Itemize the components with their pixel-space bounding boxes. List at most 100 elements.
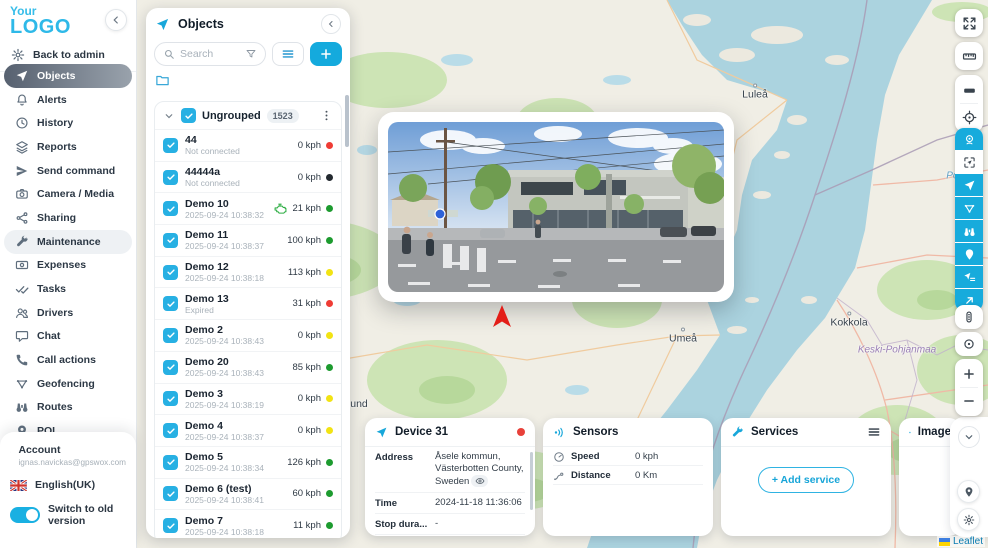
pin-panel-button[interactable] — [957, 480, 980, 503]
search-box[interactable] — [154, 42, 266, 66]
street-view-tool[interactable] — [955, 128, 983, 150]
poi-tool[interactable] — [955, 243, 983, 265]
search-icon — [163, 48, 175, 60]
services-menu-icon[interactable] — [867, 425, 881, 439]
object-row[interactable]: Demo 13 Expired 31 kph — [155, 287, 341, 319]
device-status-dot — [517, 428, 525, 436]
street-view-popup[interactable] — [378, 112, 734, 302]
locate-button[interactable] — [955, 104, 983, 130]
sidebar-item-icon — [15, 377, 29, 391]
measure-button[interactable] — [955, 77, 983, 103]
chevron-down-icon[interactable] — [163, 110, 175, 122]
search-input[interactable] — [180, 48, 240, 60]
sensor-value: 0 kph — [635, 451, 658, 462]
account-item[interactable]: Account ignas.navickas@gpswox.com — [10, 440, 126, 471]
ruler-icon — [962, 49, 977, 64]
sidebar-item[interactable]: History — [4, 111, 132, 135]
account-card: Account ignas.navickas@gpswox.com Englis… — [0, 432, 136, 548]
object-row[interactable]: Demo 7 2025-09-24 10:38:18 11 kph — [155, 509, 341, 538]
eye-icon[interactable] — [471, 475, 488, 487]
sidebar-item[interactable]: Geofencing — [4, 372, 132, 396]
group-menu-icon[interactable] — [320, 109, 333, 122]
status-dot — [326, 364, 333, 371]
object-checkbox[interactable] — [163, 265, 178, 280]
object-row[interactable]: 44 Not connected 0 kph — [155, 129, 341, 161]
sidebar-item[interactable]: Maintenance — [4, 230, 132, 254]
sidebar-item[interactable]: Call actions — [4, 348, 132, 372]
add-object-button[interactable] — [310, 42, 342, 66]
object-checkbox[interactable] — [163, 170, 178, 185]
sidebar-item[interactable]: Reports — [4, 135, 132, 159]
object-row[interactable]: Demo 2 2025-09-24 10:38:43 0 kph — [155, 319, 341, 351]
sidebar-item-label: Chat — [37, 330, 60, 342]
object-row[interactable]: 44444a Not connected 0 kph — [155, 161, 341, 193]
routes-tool[interactable] — [955, 220, 983, 242]
add-service-button[interactable]: + Add service — [758, 467, 854, 493]
device-marker[interactable] — [492, 304, 512, 333]
object-row[interactable]: Demo 20 2025-09-24 10:38:43 85 kph — [155, 351, 341, 383]
objects-tool[interactable] — [955, 174, 983, 196]
object-row[interactable]: Demo 4 2025-09-24 10:38:37 0 kph — [155, 414, 341, 446]
object-row[interactable]: Demo 5 2025-09-24 10:38:34 126 kph — [155, 446, 341, 478]
objects-panel-collapse-button[interactable] — [321, 14, 341, 34]
folder-icon[interactable] — [155, 73, 170, 88]
center-target-button[interactable] — [955, 332, 983, 356]
sidebar-collapse-button[interactable] — [105, 9, 127, 31]
object-list-tool[interactable] — [955, 266, 983, 288]
object-row[interactable]: Demo 3 2025-09-24 10:38:19 0 kph — [155, 383, 341, 415]
object-row[interactable]: Demo 11 2025-09-24 10:38:37 100 kph — [155, 224, 341, 256]
zoom-out-button[interactable] — [955, 388, 983, 414]
attribution-text[interactable]: Leaflet — [953, 536, 983, 547]
group-checkbox[interactable] — [181, 108, 196, 123]
follow-object-tool[interactable] — [955, 151, 983, 173]
object-row[interactable]: Demo 12 2025-09-24 10:38:18 113 kph — [155, 256, 341, 288]
street-view-photo[interactable] — [388, 122, 724, 292]
settings-button[interactable] — [957, 508, 980, 531]
status-dot — [326, 237, 333, 244]
language-item[interactable]: English(UK) — [10, 471, 126, 495]
sidebar-item-label: Geofencing — [37, 378, 95, 390]
object-checkbox[interactable] — [163, 455, 178, 470]
object-status: 2025-09-24 10:38:34 — [185, 463, 280, 473]
list-view-button[interactable] — [272, 42, 304, 66]
sidebar-item[interactable]: Drivers — [4, 301, 132, 325]
sidebar-item[interactable]: Routes — [4, 396, 132, 420]
object-name: Demo 3 — [185, 388, 291, 400]
object-checkbox[interactable] — [163, 201, 178, 216]
sensor-row: Speed 0 kph — [553, 447, 703, 466]
object-row[interactable]: Demo 6 (test) 2025-09-24 10:38:41 60 kph — [155, 478, 341, 510]
object-row[interactable]: Demo 10 2025-09-24 10:38:32 21 kph — [155, 192, 341, 224]
object-checkbox[interactable] — [163, 360, 178, 375]
sidebar-item[interactable]: Objects — [4, 64, 132, 88]
sidebar-item[interactable]: Send command — [4, 159, 132, 183]
bottom-panel-collapse-button[interactable] — [958, 426, 980, 448]
object-checkbox[interactable] — [163, 233, 178, 248]
object-checkbox[interactable] — [163, 518, 178, 533]
device-panel-scrollbar[interactable] — [530, 452, 534, 510]
sidebar-item-label: Reports — [37, 141, 77, 153]
object-checkbox[interactable] — [163, 296, 178, 311]
sidebar-item-icon — [15, 164, 29, 178]
sidebar-item[interactable]: Chat — [4, 325, 132, 349]
sidebar-item[interactable]: Tasks — [4, 277, 132, 301]
sidebar-item[interactable]: Alerts — [4, 88, 132, 112]
objects-scrollbar[interactable] — [345, 95, 349, 147]
zoom-in-button[interactable] — [955, 361, 983, 387]
traffic-button[interactable] — [955, 305, 983, 329]
fullscreen-button[interactable] — [955, 9, 983, 37]
object-checkbox[interactable] — [163, 423, 178, 438]
sidebar-item[interactable]: Expenses — [4, 254, 132, 278]
sensor-label: Speed — [571, 451, 629, 462]
filter-funnel-icon[interactable] — [245, 48, 257, 60]
ruler-button[interactable] — [955, 42, 983, 70]
sidebar-item[interactable]: Sharing — [4, 206, 132, 230]
object-checkbox[interactable] — [163, 328, 178, 343]
geofencing-tool[interactable] — [955, 197, 983, 219]
old-version-toggle[interactable] — [10, 507, 40, 523]
object-checkbox[interactable] — [163, 138, 178, 153]
map-tool-icon — [963, 248, 976, 261]
object-checkbox[interactable] — [163, 486, 178, 501]
sensor-icon — [553, 470, 565, 482]
object-checkbox[interactable] — [163, 391, 178, 406]
sidebar-item[interactable]: Camera / Media — [4, 182, 132, 206]
